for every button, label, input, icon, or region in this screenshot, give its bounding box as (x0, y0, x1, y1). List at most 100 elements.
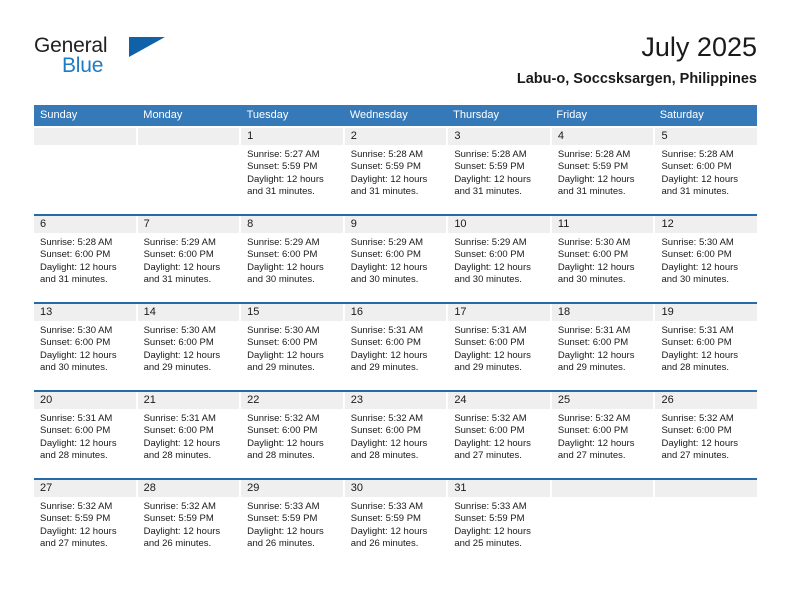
weekday-header-row: Sunday Monday Tuesday Wednesday Thursday Frid… (34, 105, 757, 126)
day-number: 4 (551, 128, 654, 145)
day-cell-4[interactable]: 4 Sunrise: 5:28 AM Sunset: 5:59 PM Daylight… (551, 128, 656, 214)
day-detail-line: and 31 minutes. (247, 186, 315, 198)
day-detail-line: Sunrise: 5:32 AM (557, 413, 631, 424)
day-cell-9[interactable]: 9 Sunrise: 5:29 AM Sunset: 6:00 PM Daylight… (344, 216, 449, 302)
day-detail-line: Sunset: 6:00 PM (454, 249, 525, 261)
day-detail-line: Daylight: 12 hours (454, 173, 531, 185)
day-detail-line: and 26 minutes. (143, 538, 212, 550)
day-detail-line: Sunset: 5:59 PM (350, 161, 421, 173)
day-details: Sunrise: 5:30 AM Sunset: 6:00 PM Daylight:… (655, 233, 757, 287)
day-detail-line: Daylight: 12 hours (40, 437, 117, 449)
day-cell-8[interactable]: 8 Sunrise: 5:29 AM Sunset: 6:00 PM Daylight… (241, 216, 345, 302)
day-detail-line: Sunrise: 5:29 AM (454, 237, 527, 248)
day-detail-line: and 27 minutes. (557, 450, 626, 462)
day-cell-13[interactable]: 13 Sunrise: 5:30 AM Sunset: 6:00 PM Dayligh… (34, 304, 138, 390)
day-detail-line: and 26 minutes. (350, 538, 419, 550)
day-details: Sunrise: 5:28 AM Sunset: 5:59 PM Daylight:… (448, 145, 550, 199)
day-cell-2[interactable]: 2 Sunrise: 5:28 AM Sunset: 5:59 PM Daylight… (344, 128, 449, 214)
day-cell-26[interactable]: 26 Sunrise: 5:32 AM Sunset: 6:00 PM Dayligh… (655, 392, 758, 478)
day-detail-line: Sunset: 6:00 PM (247, 249, 318, 261)
day-detail-line: Sunrise: 5:28 AM (454, 149, 527, 160)
day-cell-12[interactable]: 12 Sunrise: 5:30 AM Sunset: 6:00 PM Dayligh… (655, 216, 758, 302)
day-details: Sunrise: 5:30 AM Sunset: 6:00 PM Daylight:… (552, 233, 654, 287)
day-detail-line: and 29 minutes. (247, 362, 315, 374)
day-number: 15 (241, 304, 343, 321)
day-detail-line: Sunrise: 5:28 AM (40, 237, 113, 248)
day-detail-line: Sunrise: 5:31 AM (454, 325, 527, 336)
day-number (34, 128, 136, 145)
day-detail-line: Daylight: 12 hours (661, 437, 739, 449)
day-number: 19 (655, 304, 758, 321)
day-cell-21[interactable]: 21 Sunrise: 5:31 AM Sunset: 6:00 PM Dayligh… (137, 392, 242, 478)
day-detail-line: Sunset: 5:59 PM (454, 161, 525, 173)
day-detail-line: Sunset: 5:59 PM (350, 513, 421, 525)
day-cell-6[interactable]: 6 Sunrise: 5:28 AM Sunset: 6:00 PM Daylight… (34, 216, 138, 302)
day-detail-line: and 25 minutes. (454, 538, 522, 550)
day-cell-17[interactable]: 17 Sunrise: 5:31 AM Sunset: 6:00 PM Dayligh… (448, 304, 552, 390)
day-number: 14 (137, 304, 240, 321)
day-cell-25[interactable]: 25 Sunrise: 5:32 AM Sunset: 6:00 PM Dayligh… (551, 392, 656, 478)
day-cell-1[interactable]: 1 Sunrise: 5:27 AM Sunset: 5:59 PM Daylight… (241, 128, 345, 214)
day-number: 8 (241, 216, 343, 233)
day-cell-5[interactable]: 5 Sunrise: 5:28 AM Sunset: 6:00 PM Daylight… (655, 128, 758, 214)
day-cell-20[interactable]: 20 Sunrise: 5:31 AM Sunset: 6:00 PM Dayligh… (34, 392, 138, 478)
day-detail-line: Sunset: 6:00 PM (143, 425, 214, 437)
day-detail-line: and 29 minutes. (143, 362, 212, 374)
day-detail-line: Daylight: 12 hours (247, 173, 324, 185)
day-cell-18[interactable]: 18 Sunrise: 5:31 AM Sunset: 6:00 PM Dayligh… (551, 304, 656, 390)
day-detail-line: Sunrise: 5:29 AM (247, 237, 320, 248)
weekday-header-tuesday: Tuesday (246, 109, 289, 121)
day-cell-19[interactable]: 19 Sunrise: 5:31 AM Sunset: 6:00 PM Dayligh… (655, 304, 758, 390)
day-cell-23[interactable]: 23 Sunrise: 5:32 AM Sunset: 6:00 PM Dayligh… (344, 392, 449, 478)
day-detail-line: Daylight: 12 hours (143, 261, 221, 273)
day-detail-line: Sunrise: 5:28 AM (557, 149, 631, 160)
day-cell-7[interactable]: 7 Sunrise: 5:29 AM Sunset: 6:00 PM Daylight… (137, 216, 242, 302)
page-title: July 2025 (641, 32, 757, 62)
day-number (655, 480, 758, 497)
day-detail-line: Daylight: 12 hours (350, 173, 428, 185)
day-detail-line: Sunrise: 5:33 AM (247, 501, 320, 512)
day-detail-line: Sunset: 6:00 PM (557, 249, 629, 261)
day-detail-line: Sunrise: 5:28 AM (350, 149, 424, 160)
day-detail-line: and 31 minutes. (40, 274, 108, 286)
day-detail-line: and 28 minutes. (40, 450, 108, 462)
weekday-header-monday: Monday (143, 109, 183, 121)
day-detail-line: Sunset: 6:00 PM (557, 425, 629, 437)
day-detail-line: Daylight: 12 hours (454, 261, 531, 273)
day-detail-line: and 30 minutes. (661, 274, 730, 286)
day-cell-28[interactable]: 28 Sunrise: 5:32 AM Sunset: 5:59 PM Dayligh… (137, 480, 242, 566)
day-cell-31[interactable]: 31 Sunrise: 5:33 AM Sunset: 5:59 PM Dayligh… (448, 480, 552, 566)
day-detail-line: and 27 minutes. (454, 450, 522, 462)
day-detail-line: and 27 minutes. (40, 538, 108, 550)
day-detail-line: Daylight: 12 hours (661, 349, 739, 361)
day-number: 12 (655, 216, 758, 233)
day-cell-3[interactable]: 3 Sunrise: 5:28 AM Sunset: 5:59 PM Daylight… (448, 128, 552, 214)
day-cell-15[interactable]: 15 Sunrise: 5:30 AM Sunset: 6:00 PM Dayligh… (241, 304, 345, 390)
day-detail-line: Daylight: 12 hours (40, 261, 117, 273)
weekday-header-saturday: Saturday (659, 109, 704, 121)
day-cell-16[interactable]: 16 Sunrise: 5:31 AM Sunset: 6:00 PM Dayligh… (344, 304, 449, 390)
day-detail-line: Sunrise: 5:30 AM (40, 325, 113, 336)
day-detail-line: Daylight: 12 hours (661, 261, 739, 273)
day-details: Sunrise: 5:33 AM Sunset: 5:59 PM Daylight:… (345, 497, 447, 551)
day-cell-14[interactable]: 14 Sunrise: 5:30 AM Sunset: 6:00 PM Dayligh… (137, 304, 242, 390)
day-cell-10[interactable]: 10 Sunrise: 5:29 AM Sunset: 6:00 PM Dayligh… (448, 216, 552, 302)
day-cell-29[interactable]: 29 Sunrise: 5:33 AM Sunset: 5:59 PM Dayligh… (241, 480, 345, 566)
logo-triangle-icon (129, 37, 165, 57)
day-number (137, 128, 240, 145)
day-cell-24[interactable]: 24 Sunrise: 5:32 AM Sunset: 6:00 PM Dayligh… (448, 392, 552, 478)
day-number: 22 (241, 392, 343, 409)
day-detail-line: and 30 minutes. (247, 274, 315, 286)
day-detail-line: Sunset: 5:59 PM (247, 161, 318, 173)
day-detail-line: Sunset: 6:00 PM (40, 337, 111, 349)
weekday-header-wednesday: Wednesday (349, 109, 408, 121)
day-number: 13 (34, 304, 136, 321)
day-detail-line: and 31 minutes. (661, 186, 730, 198)
day-cell-27[interactable]: 27 Sunrise: 5:32 AM Sunset: 5:59 PM Dayligh… (34, 480, 138, 566)
day-detail-line: Sunset: 6:00 PM (40, 249, 111, 261)
day-cell-11[interactable]: 11 Sunrise: 5:30 AM Sunset: 6:00 PM Dayligh… (551, 216, 656, 302)
day-cell-30[interactable]: 30 Sunrise: 5:33 AM Sunset: 5:59 PM Dayligh… (344, 480, 449, 566)
day-cell-22[interactable]: 22 Sunrise: 5:32 AM Sunset: 6:00 PM Dayligh… (241, 392, 345, 478)
day-detail-line: and 30 minutes. (40, 362, 108, 374)
day-detail-line: and 29 minutes. (454, 362, 522, 374)
